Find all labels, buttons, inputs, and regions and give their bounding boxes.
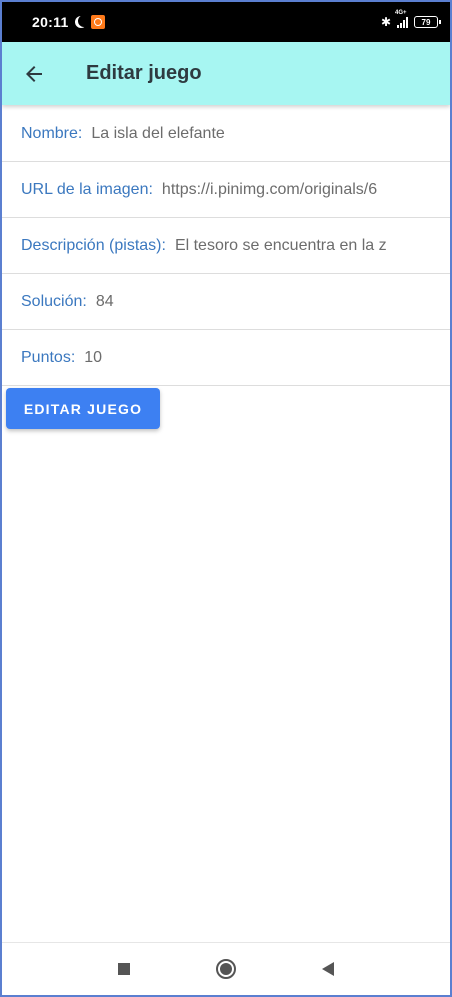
edit-game-form: Nombre: La isla del elefante URL de la i… xyxy=(2,106,450,386)
field-descripcion[interactable]: Descripción (pistas): El tesoro se encue… xyxy=(2,218,450,274)
app-bar: Editar juego xyxy=(2,42,450,105)
field-nombre[interactable]: Nombre: La isla del elefante xyxy=(2,106,450,162)
field-label: Puntos: xyxy=(21,348,76,366)
field-puntos[interactable]: Puntos: 10 xyxy=(2,330,450,386)
field-label: Nombre: xyxy=(21,124,83,142)
back-button[interactable] xyxy=(6,46,62,102)
battery-icon: 79 xyxy=(414,16,441,28)
home-circle-icon xyxy=(216,959,236,979)
network-type: 4G+ xyxy=(395,10,407,16)
nombre-input[interactable]: La isla del elefante xyxy=(91,125,450,143)
home-button[interactable] xyxy=(211,954,241,984)
field-label: URL de la imagen: xyxy=(21,180,153,198)
field-label: Descripción (pistas): xyxy=(21,236,166,254)
puntos-input[interactable]: 10 xyxy=(84,349,450,367)
system-back-button[interactable] xyxy=(313,954,343,984)
back-triangle-icon xyxy=(322,962,334,976)
descripcion-input[interactable]: El tesoro se encuentra en la z xyxy=(175,237,450,255)
field-label: Solución: xyxy=(21,292,87,310)
bluetooth-icon: ✱ xyxy=(380,15,391,29)
status-indicators: ✱ 4G+ 79 xyxy=(380,10,441,29)
recents-button[interactable] xyxy=(109,954,139,984)
recents-square-icon xyxy=(118,963,130,975)
app-notification-icon xyxy=(90,15,105,29)
field-url-imagen[interactable]: URL de la imagen: https://i.pinimg.com/o… xyxy=(2,162,450,218)
arrow-back-icon xyxy=(26,65,42,82)
status-bar: 20:11 ✱ 4G+ 79 xyxy=(2,2,450,42)
page-title: Editar juego xyxy=(86,62,202,84)
edit-game-button[interactable]: EDITAR JUEGO xyxy=(6,388,160,429)
url-imagen-input[interactable]: https://i.pinimg.com/originals/6 xyxy=(162,181,450,199)
solucion-input[interactable]: 84 xyxy=(96,293,450,311)
status-time: 20:11 xyxy=(32,14,69,30)
do-not-disturb-moon-icon xyxy=(75,16,87,28)
field-solucion[interactable]: Solución: 84 xyxy=(2,274,450,330)
device-frame: 20:11 ✱ 4G+ 79 Editar juego Nombre: La i… xyxy=(0,0,452,997)
signal-icon: 4G+ xyxy=(395,10,408,28)
system-nav-bar xyxy=(2,942,450,995)
